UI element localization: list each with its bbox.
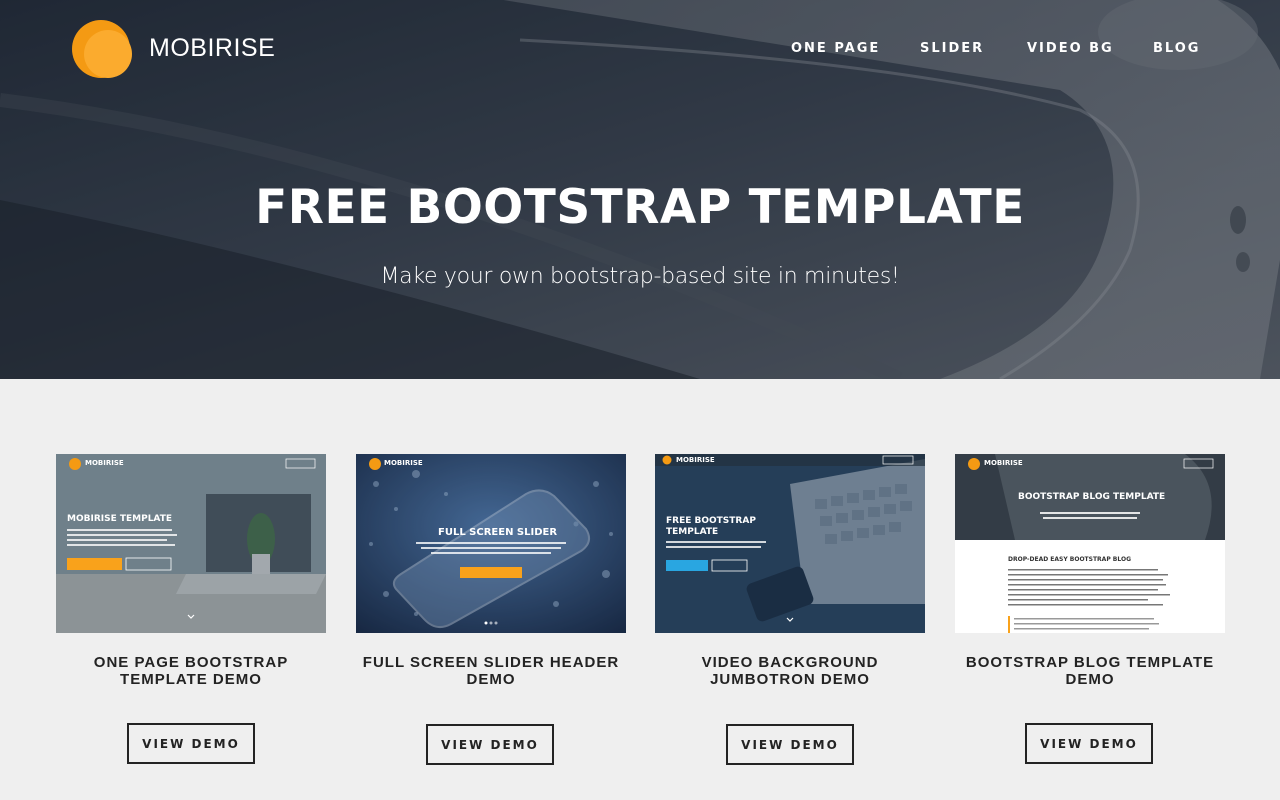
demo-card-one-page: MOBIRISE MOBIRISE TEMPLATE ONE PAGE BOOT… [56, 454, 326, 764]
brand-name[interactable]: MOBIRISE [149, 34, 275, 63]
card-title-line-2: TEMPLATE DEMO [120, 671, 262, 688]
view-demo-button[interactable]: VIEW DEMO [426, 724, 554, 765]
nav-item-blog[interactable]: BLOG [1153, 41, 1200, 56]
preview-heading-line-1: FREE BOOTSTRAP [666, 516, 756, 526]
card-title: VIDEO BACKGROUND JUMBOTRON DEMO [645, 654, 935, 688]
card-title-line-1: ONE PAGE BOOTSTRAP [93, 654, 289, 671]
card-title-line-1: VIDEO BACKGROUND [701, 654, 879, 671]
preview-heading: FULL SCREEN SLIDER [438, 527, 558, 538]
card-title-line-2: JUMBOTRON DEMO [710, 671, 870, 688]
nav-item-video-bg[interactable]: VIDEO BG [1027, 41, 1114, 56]
hero-subtitle: Make your own bootstrap-based site in mi… [380, 264, 900, 289]
card-title-line-2: DEMO [1065, 671, 1115, 688]
nav-item-slider[interactable]: SLIDER [920, 41, 984, 56]
card-title: ONE PAGE BOOTSTRAP TEMPLATE DEMO [46, 654, 336, 688]
view-demo-button[interactable]: VIEW DEMO [127, 723, 255, 764]
demo-card-blog: MOBIRISE BOOTSTRAP BLOG TEMPLATE DROP-DE… [955, 454, 1225, 764]
card-title: FULL SCREEN SLIDER HEADER DEMO [346, 654, 636, 688]
preview-heading: BOOTSTRAP BLOG TEMPLATE [1018, 492, 1166, 502]
card-title-line-1: FULL SCREEN SLIDER HEADER [362, 654, 620, 671]
hero-section: MOBIRISE ONE PAGE SLIDER VIDEO BG BLOG F… [0, 0, 1280, 379]
view-demo-button[interactable]: VIEW DEMO [726, 724, 854, 765]
logo-icon[interactable] [72, 19, 132, 79]
nav-item-one-page[interactable]: ONE PAGE [791, 41, 880, 56]
view-demo-button[interactable]: VIEW DEMO [1025, 723, 1153, 764]
preview-brand: MOBIRISE [984, 459, 1023, 467]
preview-heading-line-2: TEMPLATE [666, 527, 719, 537]
demo-preview-video-bg[interactable]: MOBIRISE FREE BOOTSTRAP TEMPLATE [655, 454, 925, 633]
demo-card-slider: MOBIRISE FULL SCREEN SLIDER FULL SCREEN … [356, 454, 626, 765]
card-title-line-2: DEMO [466, 671, 516, 688]
demo-card-video-bg: MOBIRISE FREE BOOTSTRAP TEMPLATE VIDEO B… [655, 454, 925, 765]
demo-preview-blog[interactable]: MOBIRISE BOOTSTRAP BLOG TEMPLATE DROP-DE… [955, 454, 1225, 633]
card-title-line-1: BOOTSTRAP BLOG TEMPLATE [965, 654, 1215, 671]
hero-title: FREE BOOTSTRAP TEMPLATE [255, 180, 1025, 235]
preview-brand: MOBIRISE [384, 459, 423, 467]
preview-post-title: DROP-DEAD EASY BOOTSTRAP BLOG [1008, 556, 1132, 563]
preview-brand: MOBIRISE [676, 456, 715, 464]
demo-preview-slider[interactable]: MOBIRISE FULL SCREEN SLIDER [356, 454, 626, 633]
preview-brand: MOBIRISE [85, 459, 124, 467]
demo-preview-one-page[interactable]: MOBIRISE MOBIRISE TEMPLATE [56, 454, 326, 633]
card-title: BOOTSTRAP BLOG TEMPLATE DEMO [945, 654, 1235, 688]
preview-heading: MOBIRISE TEMPLATE [67, 514, 172, 524]
